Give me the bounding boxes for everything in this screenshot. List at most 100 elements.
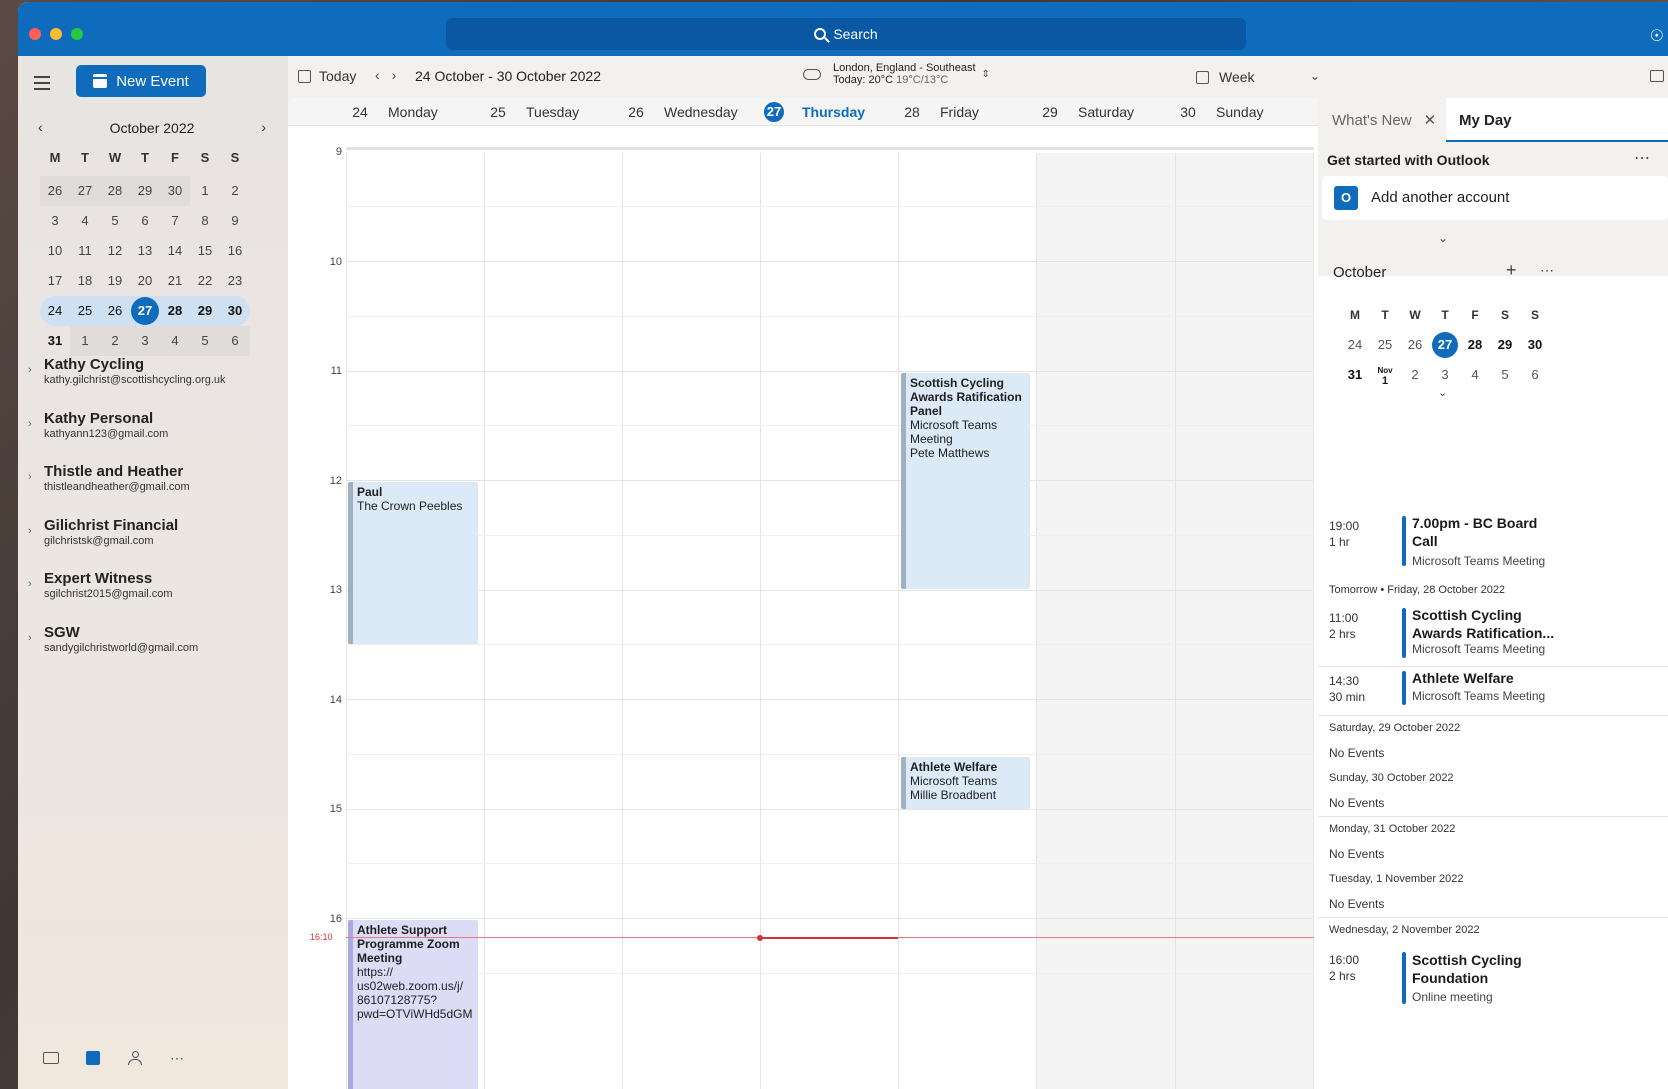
- event-awards-ratification[interactable]: Scottish Cycling Awards Ratification Pan…: [901, 373, 1030, 589]
- day-header-thu[interactable]: 27 Thursday: [760, 98, 865, 126]
- chevron-down-icon[interactable]: ⌄: [1438, 231, 1448, 245]
- mini-day[interactable]: 5: [100, 206, 130, 236]
- chevron-left-icon[interactable]: ‹: [375, 67, 380, 83]
- mini-day[interactable]: 3: [40, 206, 70, 236]
- close-icon[interactable]: ✕: [1424, 111, 1437, 129]
- zoom-window-button[interactable]: [71, 28, 83, 40]
- mini-day-nov-1[interactable]: Nov 1: [1370, 360, 1400, 390]
- tab-whats-new[interactable]: What's New ✕: [1332, 98, 1460, 142]
- account-item[interactable]: › Kathy Cycling kathy.gilchrist@scottishcy…: [18, 352, 288, 406]
- minimize-window-button[interactable]: [50, 28, 62, 40]
- mini-day[interactable]: 2: [1400, 360, 1430, 390]
- mini-day[interactable]: 6: [1520, 360, 1550, 390]
- mini-day[interactable]: 19: [100, 266, 130, 296]
- all-day-row[interactable]: [346, 126, 1314, 150]
- agenda-event[interactable]: 16:00 2 hrs Scottish Cycling Foundation O…: [1318, 944, 1668, 1014]
- mini-day[interactable]: 20: [130, 266, 160, 296]
- day-header-fri[interactable]: 28 Friday: [898, 98, 979, 126]
- tab-my-day[interactable]: My Day: [1446, 98, 1668, 142]
- mini-day[interactable]: 9: [220, 206, 250, 236]
- agenda-event[interactable]: 11:00 2 hrs Scottish Cycling Awards Ratif…: [1318, 604, 1668, 666]
- mini-day[interactable]: 4: [1460, 360, 1490, 390]
- mini-day[interactable]: 1: [190, 176, 220, 206]
- mini-day[interactable]: 14: [160, 236, 190, 266]
- event-athlete-support[interactable]: Athlete Support Programme Zoom Meeting h…: [348, 920, 478, 1089]
- mini-day[interactable]: 6: [130, 206, 160, 236]
- chevron-down-icon[interactable]: ⌄: [1310, 69, 1320, 83]
- menu-icon[interactable]: [34, 76, 50, 94]
- agenda-event[interactable]: 19:00 1 hr 7.00pm - BC Board Call Microso…: [1318, 512, 1668, 578]
- mini-day[interactable]: 28: [100, 176, 130, 206]
- mini-day[interactable]: 18: [70, 266, 100, 296]
- mini-day[interactable]: 30: [1520, 330, 1550, 360]
- account-item[interactable]: › SGW sandygilchristworld@gmail.com: [18, 620, 288, 674]
- mini-day[interactable]: 29: [190, 296, 220, 326]
- chevron-right-icon[interactable]: ›: [28, 364, 32, 376]
- account-item[interactable]: › Expert Witness sgilchrist2015@gmail.com: [18, 566, 288, 620]
- mini-day[interactable]: 23: [220, 266, 250, 296]
- mini-day[interactable]: 26: [1400, 330, 1430, 360]
- day-header-wed[interactable]: 26 Wednesday: [622, 98, 737, 126]
- mini-day[interactable]: 29: [130, 176, 160, 206]
- mini-day[interactable]: 24: [1340, 330, 1370, 360]
- mini-day[interactable]: 30: [220, 296, 250, 326]
- feedback-icon[interactable]: ☉: [1650, 26, 1664, 46]
- mini-day[interactable]: 29: [1490, 330, 1520, 360]
- mini-day-today[interactable]: 27: [130, 296, 160, 326]
- add-account-card[interactable]: O Add another account: [1322, 176, 1668, 220]
- more-icon[interactable]: ⋯: [166, 1049, 188, 1067]
- mini-day[interactable]: 27: [70, 176, 100, 206]
- chevron-up-down-icon[interactable]: ⇕: [982, 69, 990, 80]
- mini-day[interactable]: 26: [100, 296, 130, 326]
- account-item[interactable]: › Kathy Personal kathyann123@gmail.com: [18, 406, 288, 460]
- chevron-right-icon[interactable]: ›: [28, 632, 32, 644]
- event-paul[interactable]: Paul The Crown Peebles: [348, 482, 478, 644]
- mini-day[interactable]: 4: [70, 206, 100, 236]
- mini-day[interactable]: 12: [100, 236, 130, 266]
- mini-day[interactable]: 7: [160, 206, 190, 236]
- toggle-panel-icon[interactable]: [1650, 70, 1664, 82]
- mini-day[interactable]: 28: [1460, 330, 1490, 360]
- day-header-tue[interactable]: 25 Tuesday: [484, 98, 579, 126]
- mini-day[interactable]: 2: [220, 176, 250, 206]
- mini-day[interactable]: 26: [40, 176, 70, 206]
- more-icon[interactable]: ⋯: [1634, 148, 1650, 168]
- mail-icon[interactable]: [40, 1049, 62, 1067]
- chevron-right-icon[interactable]: ›: [28, 525, 32, 537]
- mini-day[interactable]: 10: [40, 236, 70, 266]
- mini-day[interactable]: 24: [40, 296, 70, 326]
- people-icon[interactable]: [124, 1049, 146, 1067]
- mini-day[interactable]: 25: [1370, 330, 1400, 360]
- agenda-event[interactable]: 14:30 30 min Athlete Welfare Microsoft Te…: [1318, 667, 1668, 715]
- today-button[interactable]: Today: [298, 68, 356, 84]
- weather-widget[interactable]: London, England - Southeast Today: 20°C …: [803, 62, 990, 86]
- view-selector[interactable]: Week: [1196, 69, 1255, 85]
- mini-day[interactable]: 30: [160, 176, 190, 206]
- account-item[interactable]: › Thistle and Heather thistleandheather@gm…: [18, 459, 288, 513]
- mini-day[interactable]: 15: [190, 236, 220, 266]
- mini-day[interactable]: 22: [190, 266, 220, 296]
- day-header-sun[interactable]: 30 Sunday: [1174, 98, 1263, 126]
- mini-day[interactable]: 21: [160, 266, 190, 296]
- calendar-icon[interactable]: [82, 1049, 104, 1067]
- time-grid[interactable]: Paul The Crown Peebles Scottish Cycling …: [346, 153, 1314, 1089]
- account-item[interactable]: › Gilichrist Financial gilchristsk@gmail.c…: [18, 513, 288, 567]
- mini-day[interactable]: 31: [1340, 360, 1370, 390]
- mini-day[interactable]: 8: [190, 206, 220, 236]
- chevron-right-icon[interactable]: ›: [392, 67, 397, 83]
- add-icon[interactable]: +: [1506, 260, 1517, 281]
- close-window-button[interactable]: [29, 28, 41, 40]
- chevron-right-icon[interactable]: ›: [28, 578, 32, 590]
- day-header-mon[interactable]: 24 Monday: [346, 98, 438, 126]
- mini-day[interactable]: 28: [160, 296, 190, 326]
- event-athlete-welfare[interactable]: Athlete Welfare Microsoft Teams Millie B…: [901, 757, 1030, 809]
- mini-day[interactable]: 25: [70, 296, 100, 326]
- chevron-down-icon[interactable]: ⌄: [1438, 386, 1447, 399]
- more-icon[interactable]: ⋯: [1540, 262, 1554, 279]
- mini-day[interactable]: 16: [220, 236, 250, 266]
- mini-day[interactable]: 11: [70, 236, 100, 266]
- mini-day[interactable]: 13: [130, 236, 160, 266]
- chevron-right-icon[interactable]: ›: [28, 471, 32, 483]
- mini-day[interactable]: 17: [40, 266, 70, 296]
- search-bar[interactable]: Search: [446, 18, 1246, 50]
